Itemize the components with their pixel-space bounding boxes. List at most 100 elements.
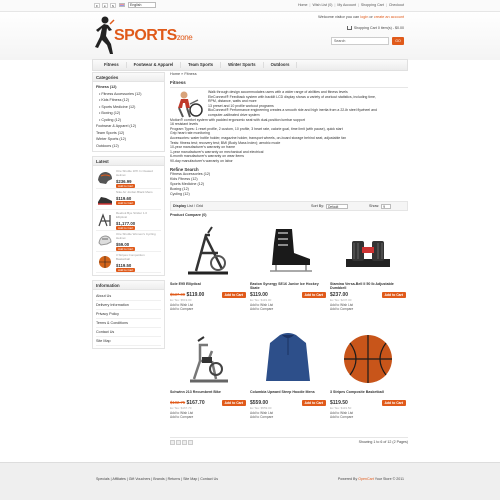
- latest-product-name[interactable]: Reebok Bye Strider 1.0 Elliptical: [116, 211, 158, 220]
- add-to-cart-button[interactable]: Add to Cart: [381, 292, 406, 299]
- information-link[interactable]: Contact Us: [96, 328, 161, 337]
- latest-add-to-cart-button[interactable]: Add to Cart: [116, 183, 136, 188]
- ball-image-icon[interactable]: [330, 331, 406, 387]
- latest-product-name[interactable]: 3 Stripes Competition Basketball: [116, 253, 158, 262]
- sidebar: Categories Fitness (12)Fitness Accessori…: [92, 72, 165, 353]
- product-grid: Sole E95 Elliptical $537.00 $119.00 Add to…: [170, 223, 408, 433]
- nav-outdoors[interactable]: Outdoors: [264, 62, 298, 68]
- cart-summary[interactable]: Shopping Cart 0 item(s) - $0.00: [346, 26, 404, 31]
- top-link-account[interactable]: My Account: [337, 3, 356, 7]
- display-toggle[interactable]: List / Grid: [187, 204, 203, 209]
- cart-icon: [346, 26, 352, 31]
- latest-product-name[interactable]: Nike Air Jordan Black Mens: [116, 190, 158, 195]
- powered-prefix: Powered By: [337, 477, 359, 481]
- separator: |: [309, 3, 311, 7]
- nav-footwear-apparel[interactable]: Footwear & Apparel: [127, 62, 182, 68]
- information-link[interactable]: About Us: [96, 292, 161, 301]
- product-name[interactable]: Sole E95 Elliptical: [170, 282, 246, 290]
- information-link[interactable]: Privacy Policy: [96, 310, 161, 319]
- header: SPORTSzone Welcome visitor you can login…: [0, 12, 500, 60]
- opencart-link[interactable]: OpenCart: [358, 477, 374, 481]
- product-name[interactable]: Stamina Versa-Bell II 50 lb Adjustable D…: [330, 282, 406, 290]
- top-bar: € £ $ English Home | Wish List (0) | My Ac…: [0, 0, 500, 12]
- add-to-cart-button[interactable]: Add to Cart: [301, 400, 326, 407]
- add-to-compare-link[interactable]: Add to Compare: [330, 307, 406, 311]
- product-thumbnail-icon[interactable]: [96, 170, 114, 186]
- latest-product[interactable]: 3 Stripes Competition Basketball $119.50 A…: [96, 252, 161, 273]
- powered-suffix: Your Store © 2011: [373, 477, 404, 481]
- top-link-checkout[interactable]: Checkout: [389, 3, 404, 7]
- product-thumbnail-icon[interactable]: [96, 212, 114, 228]
- currency-dollar[interactable]: $: [110, 2, 116, 8]
- product-card: 3 Stripes Composite Basketball $119.50 Add…: [330, 331, 406, 433]
- add-to-cart-button[interactable]: Add to Cart: [381, 400, 406, 407]
- product-compare-link[interactable]: Product Compare (0): [170, 213, 408, 219]
- add-to-compare-link[interactable]: Add to Compare: [250, 307, 326, 311]
- welcome-prefix: Welcome visitor you can: [318, 15, 361, 19]
- latest-product[interactable]: Oire Shuttle Women's Cycling Helmet $59.0…: [96, 231, 161, 252]
- information-link[interactable]: Delivery Information: [96, 301, 161, 310]
- bike-image-icon[interactable]: [170, 331, 246, 387]
- add-to-cart-button[interactable]: Add to Cart: [301, 292, 326, 299]
- register-link[interactable]: create an account: [374, 15, 404, 19]
- add-to-cart-button[interactable]: Add to Cart: [221, 400, 246, 407]
- elliptical-image-icon[interactable]: [170, 223, 246, 279]
- latest-add-to-cart-button[interactable]: Add to Cart: [116, 201, 136, 206]
- nav-fitness[interactable]: Fitness: [97, 62, 127, 68]
- nav-winter-sports[interactable]: Winter Sports: [221, 62, 264, 68]
- sort-select[interactable]: Default: [326, 203, 349, 209]
- add-to-compare-link[interactable]: Add to Compare: [330, 415, 406, 419]
- product-name[interactable]: Schwinn 213 Recumbent Bike: [170, 390, 246, 398]
- product-name[interactable]: Easton Synergy SE16 Junior Ice Hockey Sk…: [250, 282, 326, 290]
- show-select[interactable]: 9: [381, 203, 392, 209]
- language-select[interactable]: English: [128, 2, 156, 8]
- latest-add-to-cart-button[interactable]: Add to Cart: [116, 267, 136, 272]
- latest-add-to-cart-button[interactable]: Add to Cart: [116, 246, 136, 251]
- product-thumbnail-icon[interactable]: [96, 254, 114, 270]
- add-to-cart-button[interactable]: Add to Cart: [221, 292, 246, 299]
- product-thumbnail-icon[interactable]: [96, 191, 114, 207]
- search-button[interactable]: GO: [392, 37, 404, 45]
- top-link-cart[interactable]: Shopping Cart: [361, 3, 384, 7]
- page-next-link[interactable]: [182, 439, 187, 445]
- jacket-image-icon[interactable]: [250, 331, 326, 387]
- information-link[interactable]: Terms & Conditions: [96, 319, 161, 328]
- pagination: Showing 1 to 6 of 12 (2 Pages): [170, 436, 408, 445]
- add-to-compare-link[interactable]: Add to Compare: [170, 307, 246, 311]
- top-link-wishlist[interactable]: Wish List (0): [312, 3, 332, 7]
- skate-image-icon[interactable]: [250, 223, 326, 279]
- page-1-link[interactable]: [170, 439, 175, 445]
- brand-sub: zone: [176, 33, 193, 42]
- latest-product[interactable]: Oire Shuttle 1PK In Cleated Helmet $236.9…: [96, 168, 161, 189]
- currency-pound[interactable]: £: [102, 2, 108, 8]
- product-name[interactable]: Columbia Upward Steep Hoodie Mens: [250, 390, 326, 398]
- nav-team-sports[interactable]: Team Sports: [181, 62, 222, 68]
- latest-product-name[interactable]: Oire Shuttle Women's Cycling Helmet: [116, 232, 158, 241]
- categories-heading: Categories: [93, 73, 164, 82]
- product-thumbnail-icon[interactable]: [96, 233, 114, 249]
- show-label: Show:: [369, 204, 380, 209]
- category-link[interactable]: Outdoors (12): [96, 143, 161, 150]
- information-link[interactable]: Site Map: [96, 337, 161, 346]
- latest-product-name[interactable]: Oire Shuttle 1PK In Cleated Helmet: [116, 169, 158, 178]
- product-name[interactable]: 3 Stripes Composite Basketball: [330, 390, 406, 398]
- category-description: Walk through design accommodates users w…: [170, 90, 408, 164]
- add-to-compare-link[interactable]: Add to Compare: [170, 415, 246, 419]
- add-to-compare-link[interactable]: Add to Compare: [250, 415, 326, 419]
- dumbbell-image-icon[interactable]: [330, 223, 406, 279]
- separator: |: [357, 3, 359, 7]
- page-last-link[interactable]: [188, 439, 193, 445]
- breadcrumb[interactable]: Home » Fitness: [170, 72, 408, 78]
- latest-product[interactable]: Nike Air Jordan Black Mens $119.60 Add to …: [96, 189, 161, 210]
- currency-euro[interactable]: €: [94, 2, 100, 8]
- top-link-home[interactable]: Home: [298, 3, 308, 7]
- latest-product[interactable]: Reebok Bye Strider 1.0 Elliptical $1,177.…: [96, 210, 161, 231]
- logo[interactable]: SPORTSzone: [94, 14, 204, 58]
- latest-heading: Latest: [93, 157, 164, 166]
- page-2-link[interactable]: [176, 439, 181, 445]
- sort-label: Sort By:: [311, 204, 325, 209]
- refine-link[interactable]: Cycling (12): [170, 192, 408, 197]
- search-input[interactable]: Search: [331, 37, 389, 45]
- footer-links[interactable]: Specials | Affiliates | Gift Vouchers | …: [96, 477, 218, 481]
- latest-add-to-cart-button[interactable]: Add to Cart: [116, 225, 136, 230]
